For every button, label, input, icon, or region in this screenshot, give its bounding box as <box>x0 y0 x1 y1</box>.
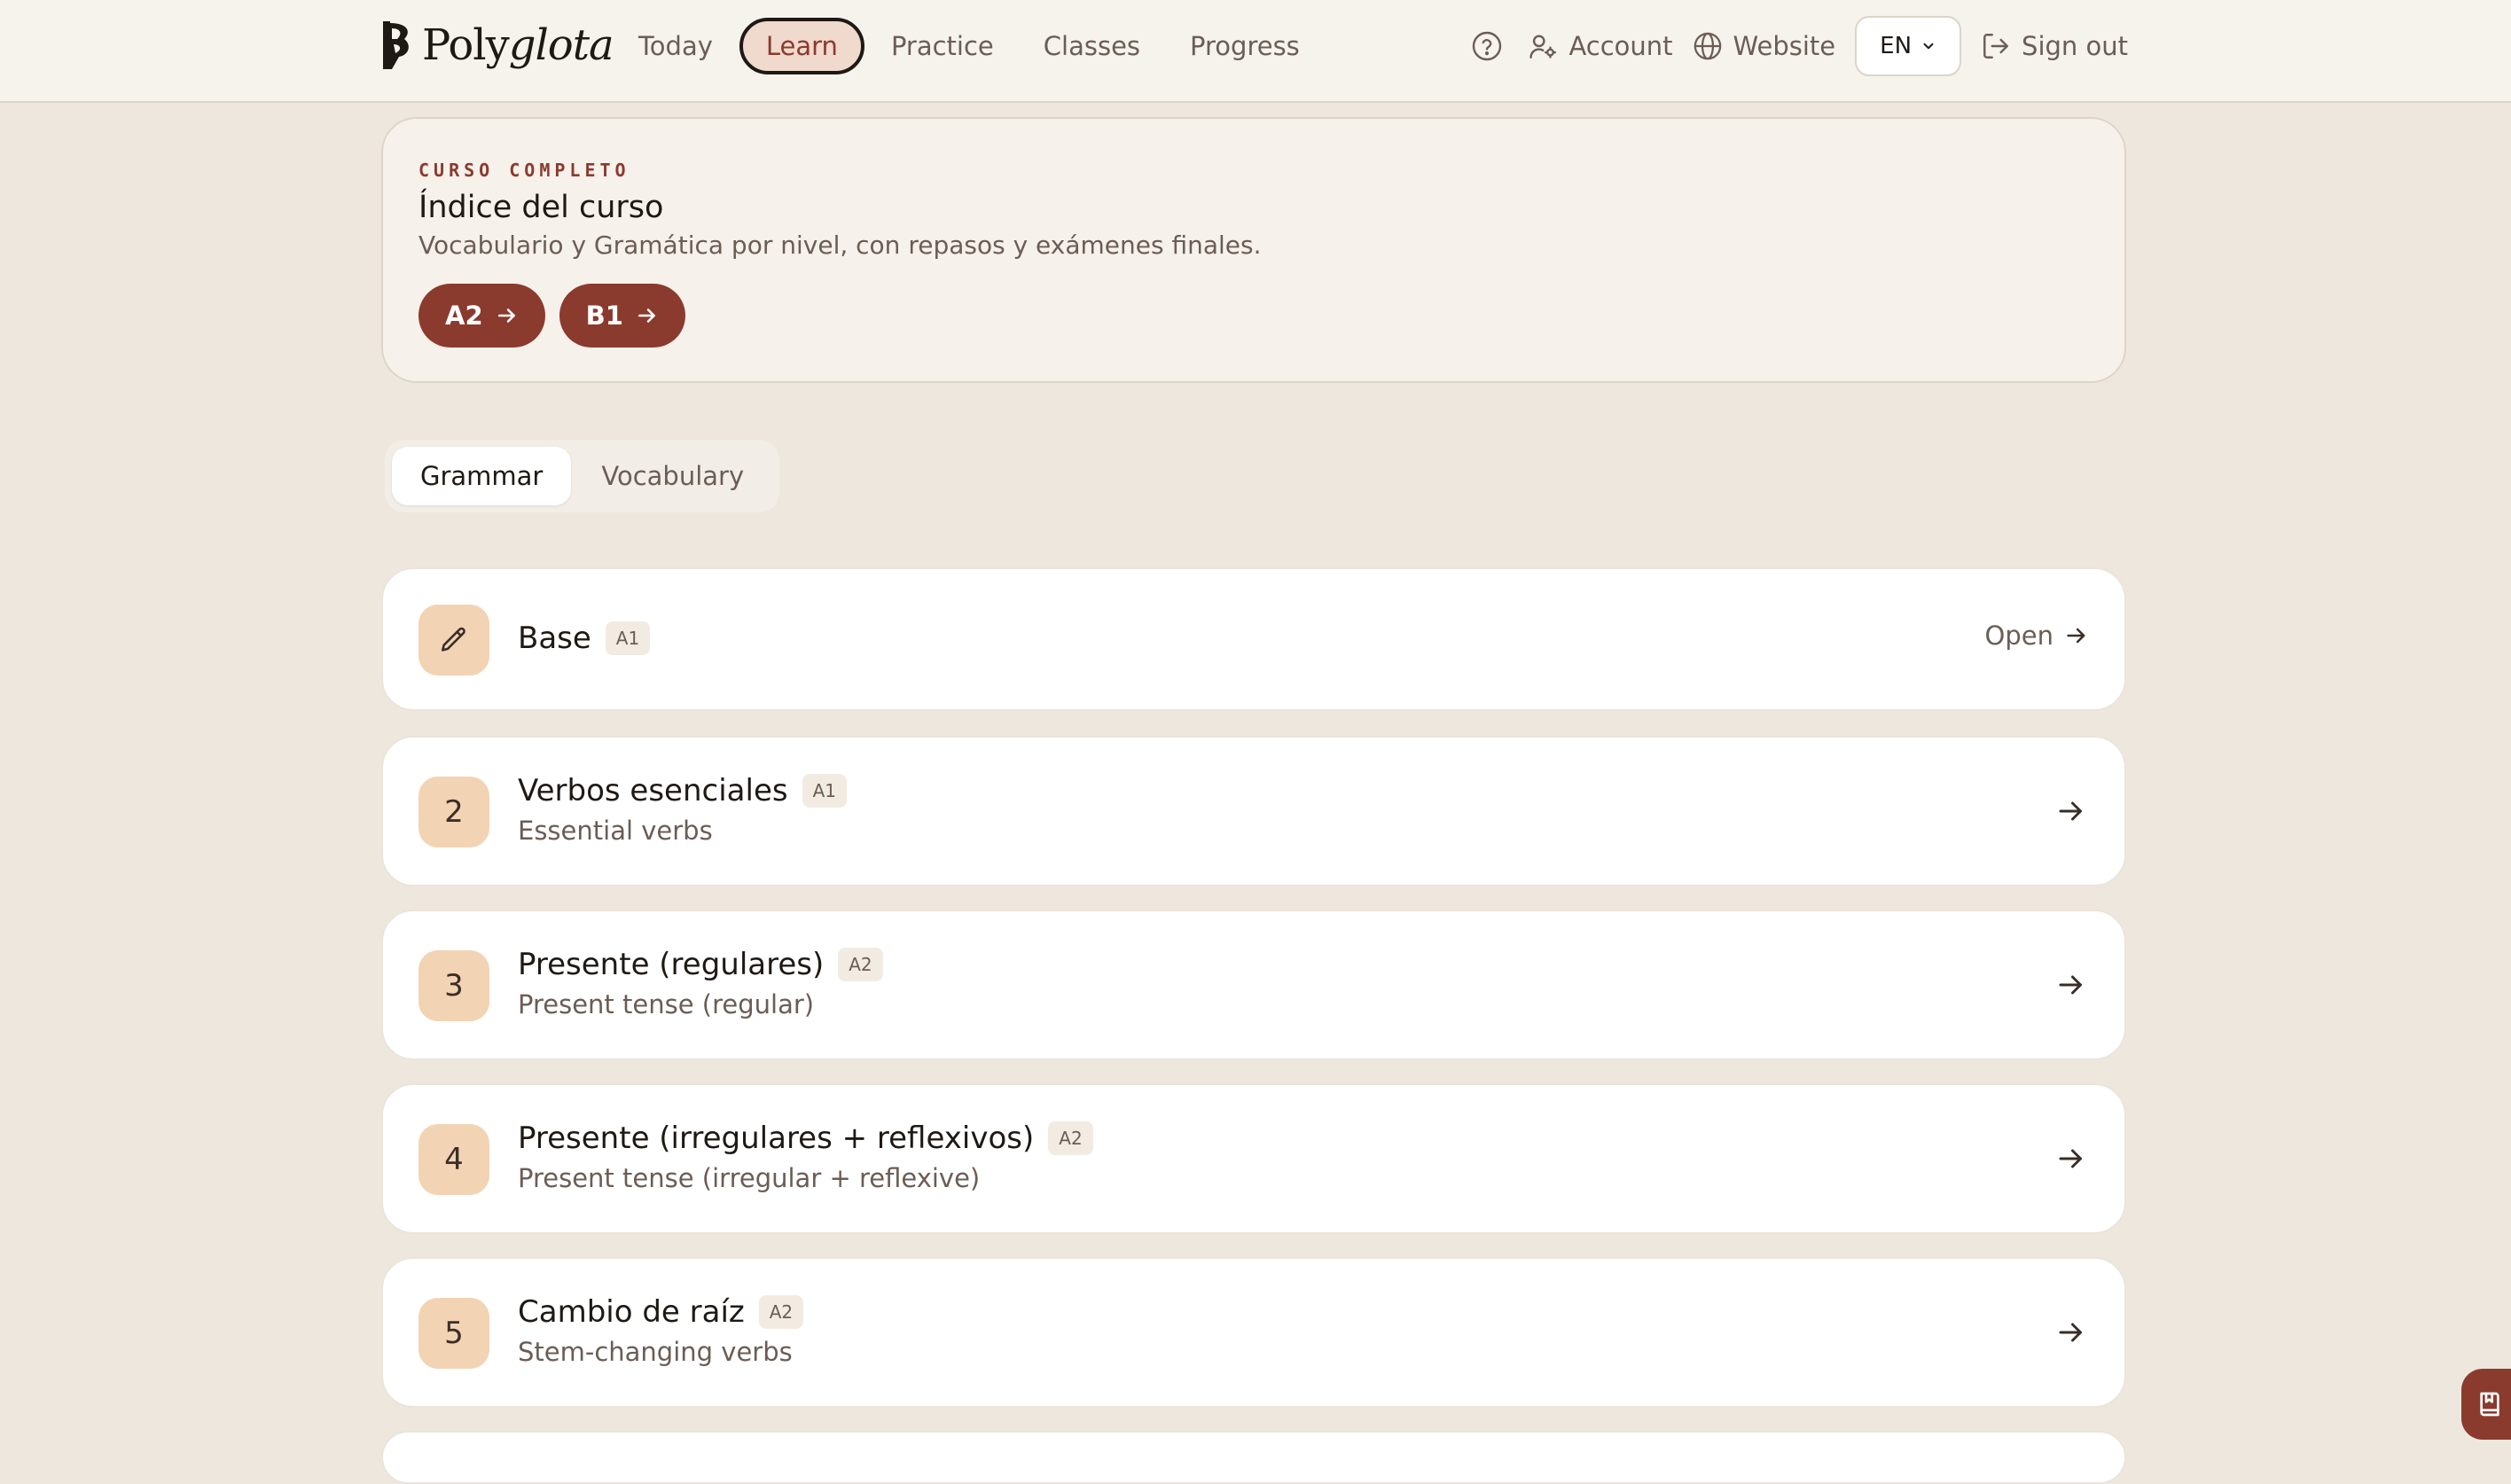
chevron-down-icon <box>1923 43 1934 50</box>
help-button[interactable] <box>1466 25 1508 67</box>
level-a2-button[interactable]: A2 <box>418 284 545 348</box>
unit-badge <box>418 605 489 676</box>
unit-subtitle: Essential verbs <box>518 816 713 846</box>
unit-titles: Verbos esenciales A1 Essential verbs <box>518 773 847 846</box>
content-tabs: Grammar Vocabulary <box>385 440 780 512</box>
main-nav: Today Learn Practice Classes Progress <box>615 18 1323 74</box>
level-tag: A2 <box>758 1295 804 1329</box>
brand-logo[interactable]: Polyglota <box>381 16 614 74</box>
level-tag: A1 <box>802 774 847 808</box>
level-b1-button[interactable]: B1 <box>559 284 685 348</box>
unit-title: Verbos esenciales <box>518 773 788 808</box>
open-label: Open <box>1984 621 2053 651</box>
unit-title-row: Verbos esenciales A1 <box>518 773 847 808</box>
unit-card-next[interactable] <box>381 1431 2126 1484</box>
tab-grammar[interactable]: Grammar <box>392 447 572 505</box>
unit-number: 4 <box>444 1142 464 1177</box>
unit-title: Cambio de raíz <box>518 1294 745 1330</box>
unit-title-row: Presente (irregulares + reflexivos) A2 <box>518 1121 1093 1156</box>
unit-badge: 3 <box>418 950 489 1021</box>
arrow-right-icon <box>638 309 655 323</box>
notebook-button[interactable] <box>2461 1369 2511 1440</box>
unit-titles: Cambio de raíz A2 Stem-changing verbs <box>518 1294 804 1367</box>
unit-subtitle: Present tense (regular) <box>518 989 815 1019</box>
brand-suffix: glota <box>508 20 614 70</box>
user-settings-icon <box>1529 35 1557 59</box>
open-unit-button[interactable]: Open <box>1985 621 2089 651</box>
logo-mark-icon <box>383 21 409 69</box>
nav-classes[interactable]: Classes <box>1021 18 1163 74</box>
arrow-right-icon[interactable] <box>2053 1141 2089 1176</box>
unit-titles: Base A1 <box>518 621 651 656</box>
help-circle-icon <box>1473 31 1502 61</box>
sign-out-label: Sign out <box>2022 31 2128 61</box>
unit-subtitle: Present tense (irregular + reflexive) <box>518 1163 981 1193</box>
unit-number: 5 <box>444 1316 464 1351</box>
unit-badge: 4 <box>418 1124 489 1195</box>
arrow-right-icon[interactable] <box>2053 1315 2089 1350</box>
arrow-right-icon <box>497 309 515 323</box>
unit-title-row: Base A1 <box>518 621 651 656</box>
website-link[interactable]: Website <box>1693 31 1836 61</box>
sign-out-link[interactable]: Sign out <box>1981 31 2128 61</box>
globe-icon <box>1694 32 1721 60</box>
level-a2-label: A2 <box>445 301 483 331</box>
unit-number: 3 <box>444 968 464 1004</box>
nav-practice[interactable]: Practice <box>868 18 1017 74</box>
unit-card-3[interactable]: 3 Presente (regulares) A2 Present tense … <box>381 910 2126 1060</box>
nav-learn[interactable]: Learn <box>739 18 864 74</box>
unit-badge: 2 <box>418 777 489 847</box>
language-select[interactable]: EN <box>1855 16 1962 76</box>
unit-title-row: Presente (regulares) A2 <box>518 947 883 982</box>
arrow-right-icon <box>2067 628 2085 644</box>
course-index-card: CURSO COMPLETO Índice del curso Vocabula… <box>381 117 2126 383</box>
unit-subtitle: Stem-changing verbs <box>518 1337 793 1367</box>
log-out-icon <box>1983 34 2008 59</box>
brand-wordmark: Polyglota <box>422 20 614 70</box>
course-eyebrow: CURSO COMPLETO <box>418 160 630 181</box>
brand-prefix: Poly <box>422 20 510 70</box>
arrow-right-icon[interactable] <box>2053 793 2089 829</box>
unit-title-row: Cambio de raíz A2 <box>518 1294 804 1330</box>
course-description: Vocabulario y Gramática por nivel, con r… <box>418 230 1262 260</box>
unit-badge: 5 <box>418 1298 489 1369</box>
website-label: Website <box>1733 31 1836 61</box>
level-tag: A1 <box>605 621 651 655</box>
unit-card-2[interactable]: 2 Verbos esenciales A1 Essential verbs <box>381 736 2126 886</box>
level-tag: A2 <box>1048 1121 1093 1155</box>
pencil-icon <box>441 627 465 652</box>
unit-title: Base <box>518 621 591 656</box>
level-buttons: A2 B1 <box>418 284 685 348</box>
level-tag: A2 <box>838 948 883 981</box>
notebook-icon <box>2480 1392 2499 1417</box>
unit-card-base[interactable]: Base A1 Open <box>381 567 2126 711</box>
unit-title: Presente (regulares) <box>518 947 825 982</box>
unit-card-4[interactable]: 4 Presente (irregulares + reflexivos) A2… <box>381 1083 2126 1234</box>
top-navigation-bar: Polyglota Today Learn Practice Classes P… <box>0 0 2511 103</box>
nav-progress[interactable]: Progress <box>1167 18 1323 74</box>
level-b1-label: B1 <box>585 301 623 331</box>
unit-number: 2 <box>444 794 464 830</box>
unit-titles: Presente (irregulares + reflexivos) A2 P… <box>518 1121 1093 1193</box>
unit-card-5[interactable]: 5 Cambio de raíz A2 Stem-changing verbs <box>381 1257 2126 1408</box>
account-label: Account <box>1568 31 1673 61</box>
language-value: EN <box>1880 33 1913 59</box>
course-title: Índice del curso <box>418 190 664 225</box>
unit-titles: Presente (regulares) A2 Present tense (r… <box>518 947 883 1019</box>
arrow-right-icon[interactable] <box>2053 967 2089 1003</box>
utility-nav: Account Website EN Sign out <box>1466 16 2128 76</box>
account-link[interactable]: Account <box>1528 31 1673 61</box>
unit-title: Presente (irregulares + reflexivos) <box>518 1121 1035 1156</box>
tab-vocabulary[interactable]: Vocabulary <box>573 447 772 505</box>
nav-today[interactable]: Today <box>615 18 736 74</box>
